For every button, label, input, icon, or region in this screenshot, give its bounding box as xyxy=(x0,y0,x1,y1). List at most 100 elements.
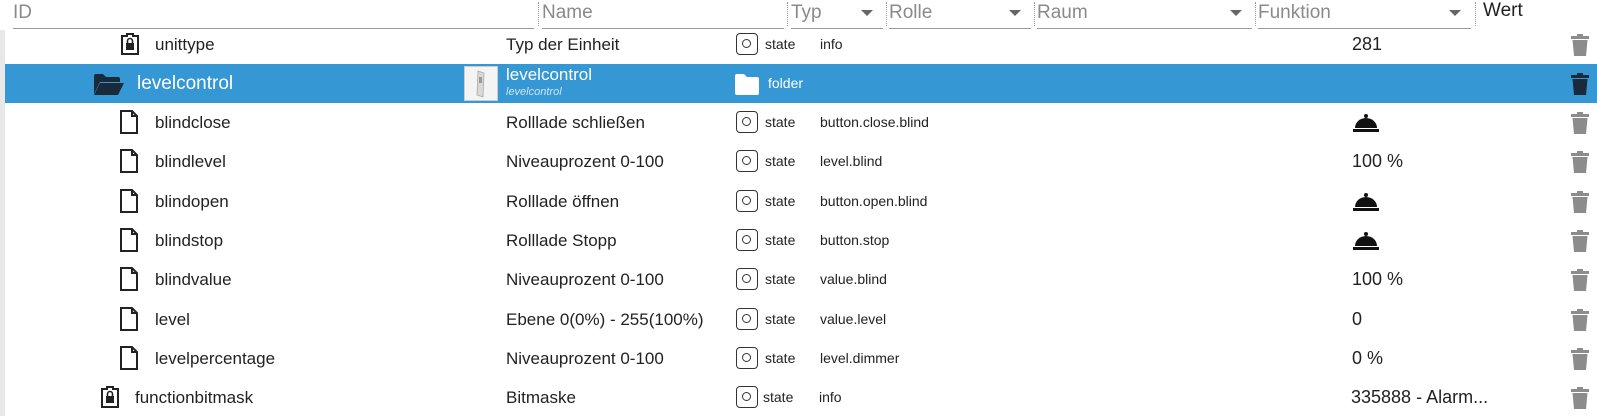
column-divider xyxy=(1034,2,1035,26)
object-value[interactable]: 100 % xyxy=(1352,142,1403,181)
object-type: state xyxy=(763,389,794,405)
bell-icon[interactable] xyxy=(1352,231,1380,256)
object-role: value.level xyxy=(820,310,887,327)
state-icon xyxy=(736,150,758,173)
table-row[interactable]: blindstop Rolllade Stopp state button.stop xyxy=(5,221,1597,260)
column-divider xyxy=(538,2,539,26)
funktion-filter-placeholder: Funktion xyxy=(1258,2,1331,23)
rolle-filter-placeholder: Rolle xyxy=(889,2,933,23)
table-row[interactable]: functionbitmask Bitmaske state info 3358… xyxy=(5,378,1597,417)
trash-icon[interactable] xyxy=(1571,112,1589,134)
object-id: unittype xyxy=(155,35,215,54)
state-icon xyxy=(736,307,758,330)
object-role: info xyxy=(820,36,843,52)
object-id: blindclose xyxy=(155,113,231,132)
state-icon xyxy=(736,346,758,369)
lock-file-icon xyxy=(100,386,120,413)
table-row[interactable]: blindopen Rolllade öffnen state button.open… xyxy=(5,182,1597,221)
object-value[interactable]: 100 % xyxy=(1352,260,1403,299)
object-type: state xyxy=(765,271,796,288)
file-icon xyxy=(119,306,139,336)
trash-icon[interactable] xyxy=(1571,269,1589,292)
table-row[interactable]: blindlevel Niveauprozent 0-100 state level.… xyxy=(5,142,1597,181)
object-name-subtitle: levelcontrol xyxy=(506,86,562,98)
trash-icon[interactable] xyxy=(1571,151,1589,174)
trash-icon[interactable] xyxy=(1571,347,1589,370)
folder-open-icon xyxy=(93,72,125,101)
object-name: Niveauprozent 0-100 xyxy=(506,270,664,290)
object-id: blindlevel xyxy=(155,152,226,172)
object-id: levelcontrol xyxy=(137,73,234,94)
chevron-down-icon xyxy=(1449,10,1461,16)
object-value[interactable]: 281 xyxy=(1352,25,1382,64)
trash-icon[interactable] xyxy=(1571,387,1589,409)
table-row[interactable]: level Ebene 0(0%) - 255(100%) state value.l… xyxy=(5,300,1597,339)
object-type: state xyxy=(765,310,796,327)
state-icon xyxy=(736,386,758,408)
table-row[interactable]: levelpercentage Niveauprozent 0-100 state l… xyxy=(5,339,1597,378)
object-id: blindvalue xyxy=(155,270,232,290)
object-type: state xyxy=(765,153,796,170)
file-icon xyxy=(119,149,139,178)
column-divider xyxy=(1475,2,1476,26)
object-name: Ebene 0(0%) - 255(100%) xyxy=(506,309,704,329)
object-name: Niveauprozent 0-100 xyxy=(506,348,664,368)
file-icon xyxy=(119,188,139,218)
object-id: functionbitmask xyxy=(135,388,254,407)
table-row[interactable]: unittype Typ der Einheit state info 281 xyxy=(5,25,1597,64)
object-id: level xyxy=(155,309,190,329)
trash-icon[interactable] xyxy=(1571,308,1589,331)
object-type: state xyxy=(765,114,796,130)
object-role: level.dimmer xyxy=(820,349,900,366)
object-type: state xyxy=(765,231,796,248)
file-icon xyxy=(119,110,139,139)
chevron-down-icon xyxy=(1009,10,1021,16)
device-thumbnail xyxy=(464,66,498,101)
trash-icon[interactable] xyxy=(1571,73,1589,95)
object-id: blindstop xyxy=(155,230,224,250)
object-id: levelpercentage xyxy=(155,348,276,368)
name-filter-placeholder: Name xyxy=(542,2,593,23)
state-icon xyxy=(736,228,758,251)
trash-icon[interactable] xyxy=(1571,34,1589,56)
trash-icon[interactable] xyxy=(1571,229,1589,252)
state-icon xyxy=(736,189,758,212)
column-divider xyxy=(787,2,788,26)
object-value[interactable]: 0 xyxy=(1352,300,1362,339)
bell-icon[interactable] xyxy=(1352,192,1380,217)
bell-icon[interactable] xyxy=(1352,113,1380,138)
object-role: button.stop xyxy=(820,231,890,248)
id-filter-placeholder: ID xyxy=(13,2,32,23)
table-row[interactable]: blindvalue Niveauprozent 0-100 state value.… xyxy=(5,260,1597,299)
object-name: Rolllade schließen xyxy=(506,113,645,132)
object-type: folder xyxy=(768,75,804,91)
object-type: state xyxy=(765,349,796,366)
typ-filter-placeholder: Typ xyxy=(791,2,822,23)
wert-column-header: Wert xyxy=(1483,0,1523,21)
object-role: value.blind xyxy=(820,271,887,288)
chevron-down-icon xyxy=(1230,10,1242,16)
object-type: state xyxy=(765,36,796,52)
file-icon xyxy=(119,345,139,375)
chevron-down-icon xyxy=(861,10,873,16)
lock-file-icon xyxy=(120,33,140,60)
object-role: button.close.blind xyxy=(820,114,929,130)
object-name: Bitmaske xyxy=(506,388,576,407)
file-icon xyxy=(119,267,139,296)
state-icon xyxy=(736,111,758,133)
table-row-selected[interactable]: levelcontrol levelcontrol levelcontrol f… xyxy=(5,64,1597,103)
object-name: Rolllade Stopp xyxy=(506,230,617,250)
trash-icon[interactable] xyxy=(1571,190,1589,213)
object-role: button.open.blind xyxy=(820,192,928,209)
column-divider xyxy=(1255,2,1256,26)
state-icon xyxy=(736,268,758,291)
object-value[interactable]: 335888 - Alarm... xyxy=(1351,378,1488,417)
table-row[interactable]: blindclose Rolllade schließen state button.… xyxy=(5,103,1597,142)
object-value[interactable]: 0 % xyxy=(1352,339,1383,378)
object-type: state xyxy=(765,192,796,209)
object-id: blindopen xyxy=(155,191,229,211)
raum-filter-placeholder: Raum xyxy=(1037,2,1088,23)
object-name: Niveauprozent 0-100 xyxy=(506,152,664,172)
file-icon xyxy=(119,227,139,257)
object-role: info xyxy=(819,389,842,405)
